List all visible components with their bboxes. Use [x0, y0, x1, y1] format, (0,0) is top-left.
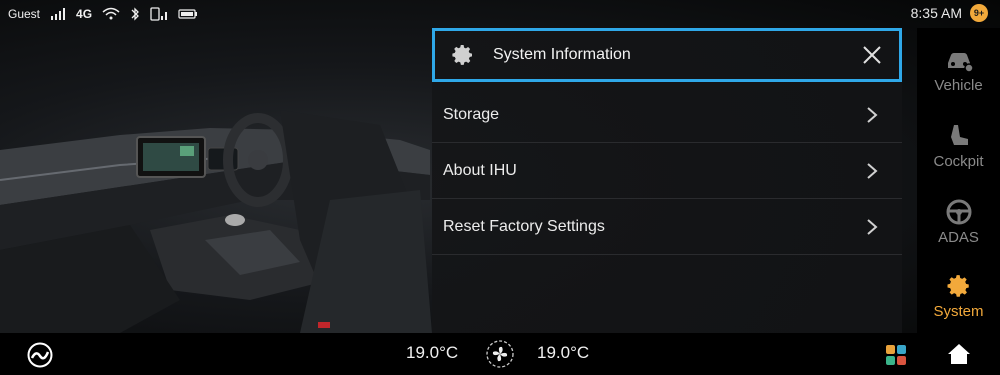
menu-item-label: About IHU — [443, 161, 517, 179]
nav-item-system[interactable]: System — [917, 260, 1000, 336]
menu-item-storage[interactable]: Storage — [432, 87, 902, 143]
battery-icon — [178, 9, 198, 19]
menu-item-about-ihu[interactable]: About IHU — [432, 143, 902, 199]
home-icon — [947, 344, 970, 364]
status-bar: Guest 4G 8:35 AM 9+ — [0, 0, 1000, 28]
phone-signal-icon — [150, 7, 168, 21]
right-temperature[interactable]: 19.0°C — [537, 343, 589, 363]
network-label: 4G — [76, 7, 93, 21]
steering-wheel-icon — [946, 199, 971, 224]
clock: 8:35 AM — [910, 5, 962, 21]
chevron-right-icon — [867, 107, 878, 123]
menu-item-label: Reset Factory Settings — [443, 217, 605, 235]
settings-nav: Vehicle Cockpit ADAS System — [917, 28, 1000, 336]
bottom-bar: 19.0°C 19.0°C — [0, 333, 1000, 375]
home-button[interactable] — [917, 333, 1000, 375]
chevron-right-icon — [867, 163, 878, 179]
panel-title: System Information — [493, 46, 631, 63]
nav-item-adas[interactable]: ADAS — [917, 184, 1000, 260]
gear-icon — [947, 275, 969, 297]
signal-icon — [51, 8, 66, 20]
seat-icon — [950, 124, 968, 145]
menu-item-label: Storage — [443, 105, 500, 123]
nav-item-label: System — [933, 303, 984, 320]
system-settings-panel: System Information Storage About IHU Res… — [432, 28, 902, 333]
chevron-right-icon — [867, 219, 878, 235]
gear-icon — [452, 45, 472, 65]
nav-item-label: Cockpit — [933, 152, 984, 170]
menu-item-reset-factory-settings[interactable]: Reset Factory Settings — [432, 199, 902, 255]
car-settings-icon — [947, 52, 974, 73]
fan-icon[interactable] — [485, 339, 515, 369]
notification-badge[interactable]: 9+ — [970, 4, 988, 22]
close-icon[interactable] — [863, 46, 881, 64]
nav-item-label: Vehicle — [934, 76, 983, 94]
bluetooth-icon — [131, 7, 139, 21]
left-temperature[interactable]: 19.0°C — [406, 343, 458, 363]
user-label: Guest — [8, 7, 41, 21]
panel-header: System Information — [432, 28, 902, 82]
nav-item-label: ADAS — [938, 228, 979, 246]
nav-item-vehicle[interactable]: Vehicle — [917, 32, 1000, 108]
nav-item-cockpit[interactable]: Cockpit — [917, 108, 1000, 184]
apps-grid-icon[interactable] — [886, 345, 906, 365]
brand-logo-icon[interactable] — [27, 342, 53, 368]
wifi-icon — [102, 7, 120, 20]
